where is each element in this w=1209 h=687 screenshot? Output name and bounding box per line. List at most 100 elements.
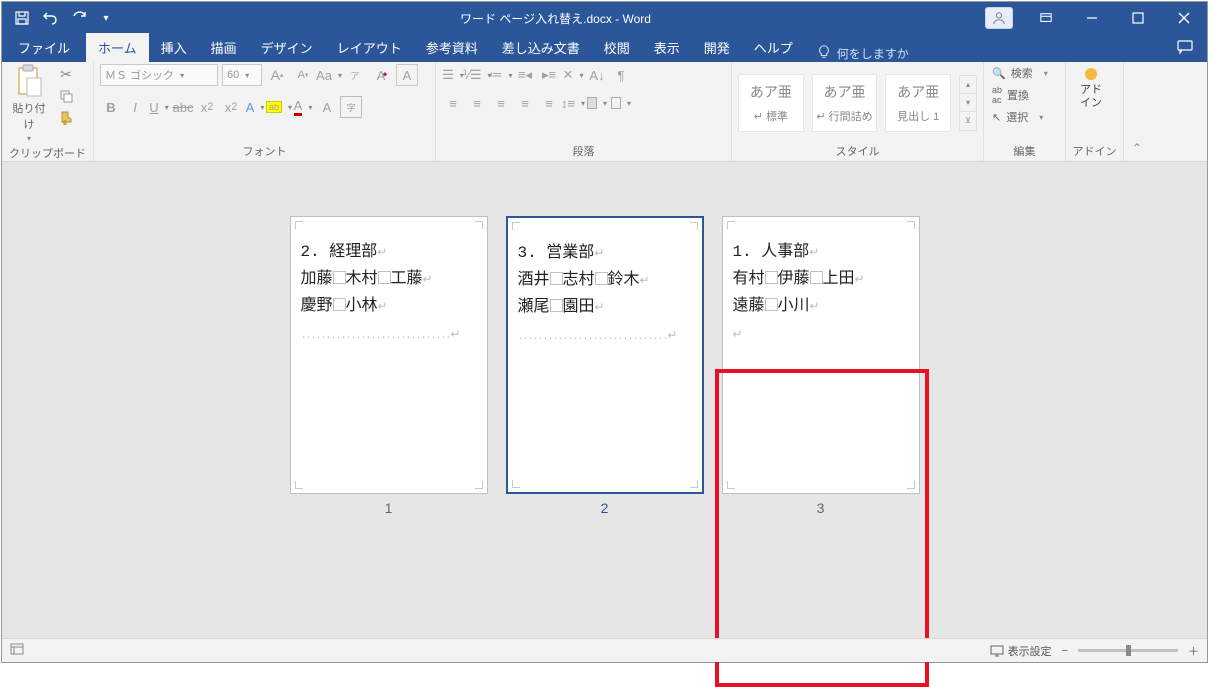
replace-button[interactable]: abac置換 (990, 84, 1050, 106)
styles-scroll[interactable]: ▴ ▾ ⊻ (959, 75, 977, 131)
character-shading-icon[interactable]: A (316, 96, 338, 118)
tab-review[interactable]: 校閲 (592, 33, 642, 62)
font-name-select[interactable]: ＭＳ ゴシック▾ (100, 64, 218, 86)
window-title: ワード ページ入れ替え.docx - Word (126, 10, 985, 27)
character-border-icon[interactable]: 字 (340, 96, 362, 118)
tab-help[interactable]: ヘルプ (742, 33, 805, 62)
phonetic-guide-icon[interactable]: ア (344, 64, 366, 86)
align-right-icon[interactable]: ≡ (490, 92, 512, 114)
page-thumbnail[interactable]: 1. 人事部↵有村伊藤上田↵遠藤小川↵↵ (722, 216, 920, 494)
undo-icon[interactable] (42, 10, 58, 26)
clear-formatting-icon[interactable]: A⬩ (370, 64, 392, 86)
font-size-select[interactable]: 60▾ (222, 64, 262, 86)
asian-layout-icon[interactable]: ✕▾ (562, 64, 584, 86)
tab-layout[interactable]: レイアウト (325, 33, 414, 62)
justify-icon[interactable]: ≡ (514, 92, 536, 114)
style-no-spacing[interactable]: あア亜 ↵ 行間詰め (812, 74, 878, 132)
statusbar-left-icon[interactable] (10, 643, 24, 658)
page-thumbnail[interactable]: 3. 営業部↵酒井志村鈴木↵瀬尾園田↵.....................… (506, 216, 704, 494)
account-icon[interactable] (985, 7, 1013, 29)
page-number: 2 (601, 500, 609, 516)
styles-scroll-down-icon[interactable]: ▾ (960, 94, 976, 112)
select-button[interactable]: ↖選択▾ (990, 108, 1050, 126)
style-preview: あア亜 (897, 82, 939, 102)
styles-group-label: スタイル (738, 141, 977, 161)
style-preview: あア亜 (750, 82, 792, 102)
highlight-icon[interactable]: ab▾ (268, 96, 290, 118)
subscript-icon[interactable]: x2 (196, 96, 218, 118)
addins-group-label: アドイン (1072, 141, 1117, 161)
tell-me-label: 何をしますか (837, 45, 909, 62)
page-thumbnail[interactable]: 2. 経理部↵加藤木村工藤↵慶野小林↵.....................… (290, 216, 488, 494)
tab-design[interactable]: デザイン (249, 33, 325, 62)
style-preview: あア亜 (824, 82, 866, 102)
strikethrough-icon[interactable]: abc (172, 96, 194, 118)
styles-expand-icon[interactable]: ⊻ (960, 112, 976, 130)
line-spacing-icon[interactable]: ↕≡▾ (562, 92, 584, 114)
qat-customize-icon[interactable]: ▾ (98, 10, 114, 26)
distributed-icon[interactable]: ≡ (538, 92, 560, 114)
align-center-icon[interactable]: ≡ (466, 92, 488, 114)
grow-font-icon[interactable]: A▴ (266, 64, 288, 86)
addins-label: アド イン (1080, 84, 1102, 110)
save-icon[interactable] (14, 10, 30, 26)
zoom-out-icon[interactable]: − (1062, 645, 1068, 657)
style-heading1[interactable]: あア亜 見出し 1 (885, 74, 951, 132)
tab-developer[interactable]: 開発 (692, 33, 742, 62)
bold-icon[interactable]: B (100, 96, 122, 118)
replace-icon: abac (992, 85, 1002, 105)
bullets-icon[interactable]: ☰▾ (442, 64, 464, 86)
shading-icon[interactable]: ▾ (586, 92, 608, 114)
multilevel-list-icon[interactable]: ≔▾ (490, 64, 512, 86)
align-left-icon[interactable]: ≡ (442, 92, 464, 114)
tab-draw[interactable]: 描画 (199, 33, 249, 62)
style-normal[interactable]: あア亜 ↵ 標準 (738, 74, 804, 132)
zoom-in-icon[interactable]: ＋ (1188, 643, 1199, 659)
decrease-indent-icon[interactable]: ≡◂ (514, 64, 536, 86)
find-button[interactable]: 🔍検索▾ (990, 64, 1050, 82)
tab-insert[interactable]: 挿入 (149, 33, 199, 62)
style-name: ↵ 標準 (754, 108, 788, 124)
borders-icon[interactable]: ▾ (610, 92, 632, 114)
tab-references[interactable]: 参考資料 (414, 33, 490, 62)
paste-label: 貼り付け (8, 100, 50, 132)
tell-me[interactable]: 何をしますか (805, 45, 921, 62)
comments-button[interactable] (1163, 35, 1207, 62)
tab-home[interactable]: ホーム (86, 33, 149, 62)
sort-icon[interactable]: A↓ (586, 64, 608, 86)
ribbon-display-options-icon[interactable] (1023, 2, 1069, 34)
styles-scroll-up-icon[interactable]: ▴ (960, 76, 976, 94)
change-case-icon[interactable]: Aa▾ (318, 64, 340, 86)
underline-icon[interactable]: U▾ (148, 96, 170, 118)
italic-icon[interactable]: I (124, 96, 146, 118)
cut-icon[interactable]: ✂ (56, 64, 76, 84)
close-button[interactable] (1161, 2, 1207, 34)
addins-button[interactable]: アド イン (1072, 64, 1110, 114)
show-marks-icon[interactable]: ¶ (610, 64, 632, 86)
document-area: 2. 経理部↵加藤木村工藤↵慶野小林↵.....................… (2, 162, 1207, 638)
font-color-icon[interactable]: A▾ (292, 96, 314, 118)
tab-file[interactable]: ファイル (2, 33, 86, 62)
paste-button[interactable]: 貼り付け ▾ (8, 64, 50, 143)
superscript-icon[interactable]: x2 (220, 96, 242, 118)
tab-mailings[interactable]: 差し込み文書 (490, 33, 592, 62)
zoom-slider[interactable] (1078, 649, 1178, 652)
page-number: 1 (385, 500, 393, 516)
font-group-label: フォント (100, 141, 429, 161)
minimize-button[interactable] (1069, 2, 1115, 34)
increase-indent-icon[interactable]: ▸≡ (538, 64, 560, 86)
enclose-characters-icon[interactable]: A (396, 64, 418, 86)
paragraph-group-label: 段落 (442, 141, 725, 161)
maximize-button[interactable] (1115, 2, 1161, 34)
tab-view[interactable]: 表示 (642, 33, 692, 62)
text-effects-icon[interactable]: A▾ (244, 96, 266, 118)
copy-icon[interactable] (56, 86, 76, 106)
ribbon-tabs: ファイル ホーム 挿入 描画 デザイン レイアウト 参考資料 差し込み文書 校閲… (2, 34, 1207, 62)
lightbulb-icon (817, 45, 831, 62)
collapse-ribbon-icon[interactable]: ⌃ (1124, 62, 1150, 161)
format-painter-icon[interactable] (56, 108, 76, 128)
numbering-icon[interactable]: ⅟☰▾ (466, 64, 488, 86)
display-settings-button[interactable]: 表示設定 (990, 643, 1052, 659)
redo-icon[interactable] (70, 10, 86, 26)
shrink-font-icon[interactable]: A▾ (292, 64, 314, 86)
